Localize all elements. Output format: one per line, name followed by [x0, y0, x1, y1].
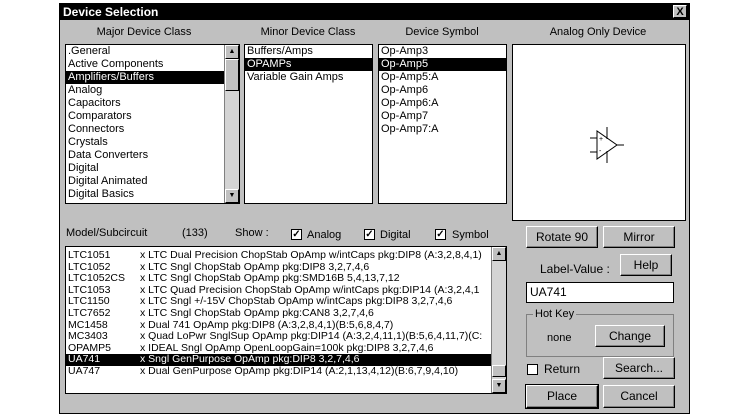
major-scrollbar[interactable]: ▲ ▼	[224, 45, 239, 203]
major-class-item[interactable]: Connectors	[66, 123, 239, 136]
show-symbol-label: Symbol	[452, 229, 489, 241]
opamp-symbol-icon: + -	[590, 127, 624, 163]
model-scrollbar[interactable]: ▲ ▼	[491, 247, 506, 393]
label-value-label: Label-Value :	[540, 262, 610, 276]
major-class-header: Major Device Class	[96, 26, 192, 38]
major-class-item[interactable]: Digital Basics	[66, 188, 239, 201]
major-class-item[interactable]: Capacitors	[66, 97, 239, 110]
model-description: x LTC Dual Precision ChopStab OpAmp w/in…	[140, 249, 482, 261]
show-analog-checkbox[interactable]: ✓	[291, 229, 302, 240]
scroll-thumb[interactable]	[492, 365, 506, 377]
scroll-down-arrow-icon[interactable]: ▼	[492, 379, 506, 393]
device-symbol-item[interactable]: Op-Amp5	[379, 58, 506, 71]
model-description: x Dual GenPurpose OpAmp pkg:DIP14 (A:2,1…	[140, 364, 459, 377]
svg-text:-: -	[599, 148, 602, 155]
model-subcircuit-label: Model/Subcircuit	[66, 227, 148, 239]
scroll-up-arrow-icon[interactable]: ▲	[492, 247, 506, 261]
model-row[interactable]: LTC7652 x LTC Sngl ChopStab OpAmp pkg:CAN…	[66, 306, 506, 320]
major-class-item[interactable]: Data Converters	[66, 149, 239, 162]
window-title: Device Selection	[63, 5, 159, 19]
major-class-item[interactable]: Amplifiers/Buffers	[66, 71, 239, 84]
rotate-90-button[interactable]: Rotate 90	[526, 226, 598, 248]
model-list[interactable]: LTC1051 x LTC Dual Precision ChopStab OpA…	[65, 246, 507, 394]
scroll-up-arrow-icon[interactable]: ▲	[225, 45, 239, 59]
device-symbol-item[interactable]: Op-Amp5:A	[379, 71, 506, 84]
minor-class-item[interactable]: Variable Gain Amps	[245, 71, 372, 84]
major-class-item[interactable]: Digital	[66, 162, 239, 175]
show-digital-checkbox[interactable]: ✓	[364, 229, 375, 240]
show-analog-label: Analog	[307, 229, 342, 241]
change-hotkey-button[interactable]: Change	[595, 325, 665, 347]
model-description: x Quad LoPwr SnglSup OpAmp pkg:DIP14 (A:…	[140, 330, 483, 343]
help-button[interactable]: Help	[620, 254, 672, 276]
return-checkbox[interactable]	[527, 364, 538, 375]
label-value-input[interactable]: UA741	[526, 282, 674, 303]
svg-text:+: +	[599, 136, 603, 143]
major-class-item[interactable]: Analog	[66, 84, 239, 97]
device-selection-dialog: Device Selection X Major Device Class Mi…	[59, 3, 690, 414]
show-symbol-checkbox[interactable]: ✓	[435, 229, 446, 240]
model-row[interactable]: LTC1051 x LTC Dual Precision ChopStab OpA…	[66, 249, 506, 262]
model-count: (133)	[182, 227, 208, 239]
model-description: x LTC Sngl ChopStab OpAmp pkg:CAN8 3,2,7…	[140, 306, 374, 319]
model-name: UA747	[68, 364, 101, 377]
hot-key-group: Hot Key none Change	[526, 308, 674, 357]
show-digital-label: Digital	[380, 229, 411, 241]
cancel-button[interactable]: Cancel	[603, 385, 675, 408]
minor-class-item[interactable]: Buffers/Amps	[245, 45, 372, 58]
minor-class-header: Minor Device Class	[260, 26, 356, 38]
minor-class-item[interactable]: OPAMPs	[245, 58, 372, 71]
device-symbol-item[interactable]: Op-Amp7	[379, 110, 506, 123]
major-class-item[interactable]: Comparators	[66, 110, 239, 123]
device-symbol-item[interactable]: Op-Amp7:A	[379, 123, 506, 136]
show-label: Show :	[235, 227, 269, 239]
symbol-preview: + -	[512, 44, 686, 221]
device-symbol-list[interactable]: Op-Amp3 Op-Amp5 Op-Amp5:A Op-Amp6 Op-Amp6:A O…	[378, 44, 507, 204]
major-class-item[interactable]: Digital Animated	[66, 175, 239, 188]
minor-class-list[interactable]: Buffers/Amps OPAMPs Variable Gain Amps	[244, 44, 373, 204]
model-name: LTC1051	[68, 249, 111, 261]
device-symbol-item[interactable]: Op-Amp3	[379, 45, 506, 58]
model-row[interactable]: MC3403 x Quad LoPwr SnglSup OpAmp pkg:DIP…	[66, 331, 506, 343]
model-name: LTC7652	[68, 306, 111, 319]
device-symbol-header: Device Symbol	[405, 26, 479, 38]
title-bar: Device Selection X	[60, 4, 689, 20]
return-label: Return	[544, 362, 581, 376]
scroll-thumb[interactable]	[225, 59, 239, 91]
major-class-item[interactable]: Crystals	[66, 136, 239, 149]
search-button[interactable]: Search...	[603, 357, 675, 379]
model-row[interactable]: UA747 x Dual GenPurpose OpAmp pkg:DIP14 (…	[66, 364, 506, 378]
analog-only-header: Analog Only Device	[549, 26, 647, 38]
device-symbol-item[interactable]: Op-Amp6:A	[379, 97, 506, 110]
close-button[interactable]: X	[673, 5, 687, 18]
scroll-down-arrow-icon[interactable]: ▼	[225, 189, 239, 203]
major-class-item[interactable]: .General	[66, 45, 239, 58]
hot-key-value: none	[547, 332, 572, 344]
place-button[interactable]: Place	[525, 384, 599, 409]
mirror-button[interactable]: Mirror	[603, 226, 675, 248]
device-symbol-item[interactable]: Op-Amp6	[379, 84, 506, 97]
model-name: MC3403	[68, 330, 108, 343]
hot-key-title: Hot Key	[533, 308, 577, 320]
major-class-list[interactable]: .General Active Components Amplifiers/Buff…	[65, 44, 240, 204]
major-class-item[interactable]: Active Components	[66, 58, 239, 71]
